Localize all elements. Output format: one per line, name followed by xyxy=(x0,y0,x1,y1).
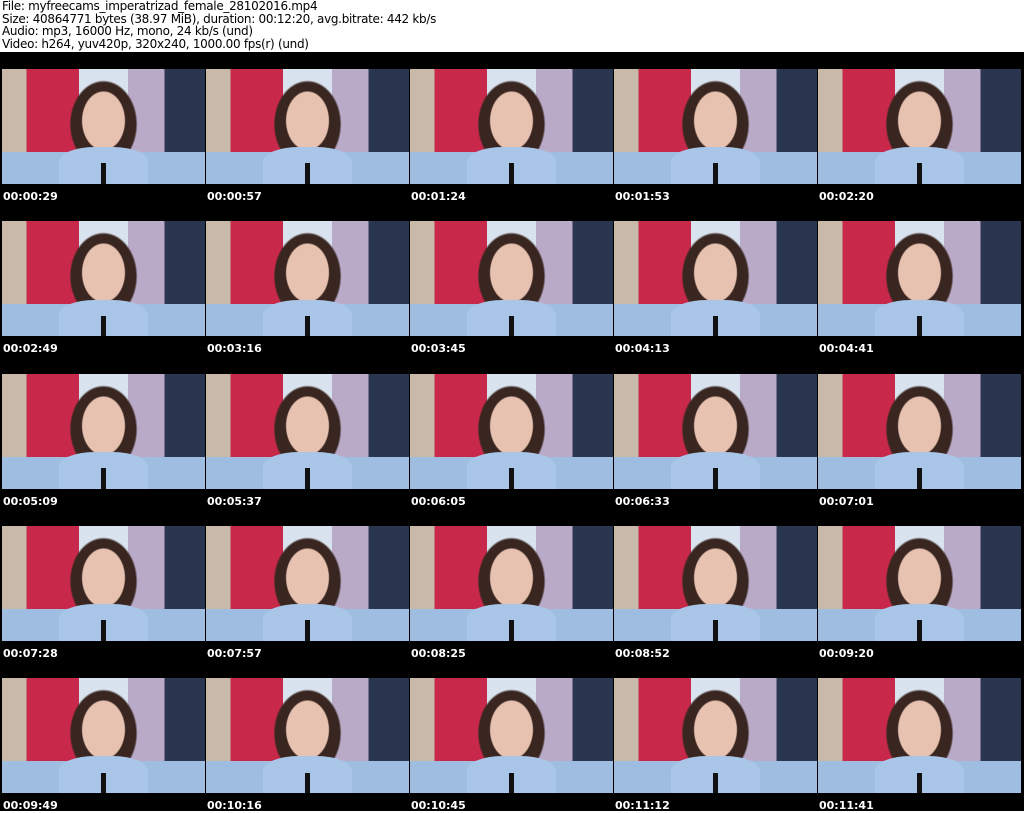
video-frame-thumbnail xyxy=(818,678,1021,794)
thumbnail-cell: 00:05:37 xyxy=(206,357,409,509)
video-frame-thumbnail xyxy=(410,69,613,184)
timestamp: 00:10:45 xyxy=(411,799,466,813)
timestamp: 00:06:05 xyxy=(411,494,466,508)
video-frame-thumbnail xyxy=(818,525,1021,641)
timestamp: 00:07:28 xyxy=(3,646,58,660)
video-frame-thumbnail xyxy=(410,221,613,337)
thumbnail-cell: 00:08:25 xyxy=(410,509,613,661)
timestamp: 00:07:57 xyxy=(207,646,262,660)
thumbnail-cell: 00:06:05 xyxy=(410,357,613,509)
thumbnail-grid: 00:00:29 00:00:57 00:01:24 00:01:53 00:02:20… xyxy=(0,52,1024,813)
timestamp: 00:08:52 xyxy=(615,646,670,660)
thumbnail-cell: 00:10:16 xyxy=(206,661,409,813)
timestamp: 00:01:53 xyxy=(615,190,670,203)
video-frame-thumbnail xyxy=(2,69,205,184)
thumbnail-cell: 00:07:57 xyxy=(206,509,409,661)
video-frame-thumbnail xyxy=(2,525,205,641)
video-frame-thumbnail xyxy=(2,221,205,337)
timestamp: 00:05:37 xyxy=(207,494,262,508)
file-name: File: myfreecams_imperatrizad_female_281… xyxy=(2,0,318,13)
thumbnail-cell: 00:07:28 xyxy=(2,509,205,661)
video-frame-thumbnail xyxy=(206,525,409,641)
video-frame-thumbnail xyxy=(818,69,1021,184)
thumbnail-cell: 00:02:20 xyxy=(818,52,1021,204)
timestamp: 00:07:01 xyxy=(819,494,874,508)
video-frame-thumbnail xyxy=(206,221,409,337)
timestamp: 00:03:16 xyxy=(207,342,262,356)
thumbnail-cell: 00:04:41 xyxy=(818,204,1021,356)
thumbnail-cell: 00:11:12 xyxy=(614,661,817,813)
timestamp: 00:02:49 xyxy=(3,342,58,356)
thumbnail-cell: 00:08:52 xyxy=(614,509,817,661)
timestamp: 00:04:13 xyxy=(615,342,670,356)
video-frame-thumbnail xyxy=(2,678,205,794)
timestamp: 00:10:16 xyxy=(207,799,262,813)
thumbnail-cell: 00:02:49 xyxy=(2,204,205,356)
video-frame-thumbnail xyxy=(818,373,1021,489)
video-frame-thumbnail xyxy=(614,678,817,794)
thumbnail-cell: 00:07:01 xyxy=(818,357,1021,509)
thumbnail-cell: 00:05:09 xyxy=(2,357,205,509)
thumbnail-cell: 00:03:45 xyxy=(410,204,613,356)
video-frame-thumbnail xyxy=(410,373,613,489)
thumbnail-cell: 00:03:16 xyxy=(206,204,409,356)
video-frame-thumbnail xyxy=(614,69,817,184)
timestamp: 00:00:29 xyxy=(3,190,58,203)
timestamp: 00:08:25 xyxy=(411,646,466,660)
thumbnail-cell: 00:01:24 xyxy=(410,52,613,204)
thumbnail-cell: 00:01:53 xyxy=(614,52,817,204)
timestamp: 00:00:57 xyxy=(207,190,262,203)
video-frame-thumbnail xyxy=(818,221,1021,337)
timestamp: 00:11:41 xyxy=(819,799,874,813)
file-info-header: File: myfreecams_imperatrizad_female_281… xyxy=(2,0,436,50)
video-frame-thumbnail xyxy=(410,678,613,794)
thumbnail-cell: 00:00:57 xyxy=(206,52,409,204)
thumbnail-cell: 00:09:49 xyxy=(2,661,205,813)
thumbnail-cell: 00:10:45 xyxy=(410,661,613,813)
timestamp: 00:11:12 xyxy=(615,799,670,813)
timestamp: 00:05:09 xyxy=(3,494,58,508)
video-frame-thumbnail xyxy=(2,373,205,489)
video-info: Video: h264, yuv420p, 320x240, 1000.00 f… xyxy=(2,36,309,51)
thumbnail-cell: 00:00:29 xyxy=(2,52,205,204)
timestamp: 00:02:20 xyxy=(819,190,874,203)
video-frame-thumbnail xyxy=(206,373,409,489)
video-frame-thumbnail xyxy=(206,678,409,794)
timestamp: 00:06:33 xyxy=(615,494,670,508)
timestamp: 00:01:24 xyxy=(411,190,466,203)
timestamp: 00:03:45 xyxy=(411,342,466,356)
timestamp: 00:09:49 xyxy=(3,799,58,813)
timestamp: 00:04:41 xyxy=(819,342,874,356)
video-frame-thumbnail xyxy=(614,221,817,337)
video-frame-thumbnail xyxy=(614,525,817,641)
timestamp: 00:09:20 xyxy=(819,646,874,660)
video-frame-thumbnail xyxy=(410,525,613,641)
audio-info: Audio: mp3, 16000 Hz, mono, 24 kb/s (und… xyxy=(2,24,253,38)
thumbnail-cell: 00:04:13 xyxy=(614,204,817,356)
video-frame-thumbnail xyxy=(614,373,817,489)
video-frame-thumbnail xyxy=(206,69,409,184)
thumbnail-cell: 00:06:33 xyxy=(614,357,817,509)
thumbnail-cell: 00:09:20 xyxy=(818,509,1021,661)
thumbnail-cell: 00:11:41 xyxy=(818,661,1021,813)
